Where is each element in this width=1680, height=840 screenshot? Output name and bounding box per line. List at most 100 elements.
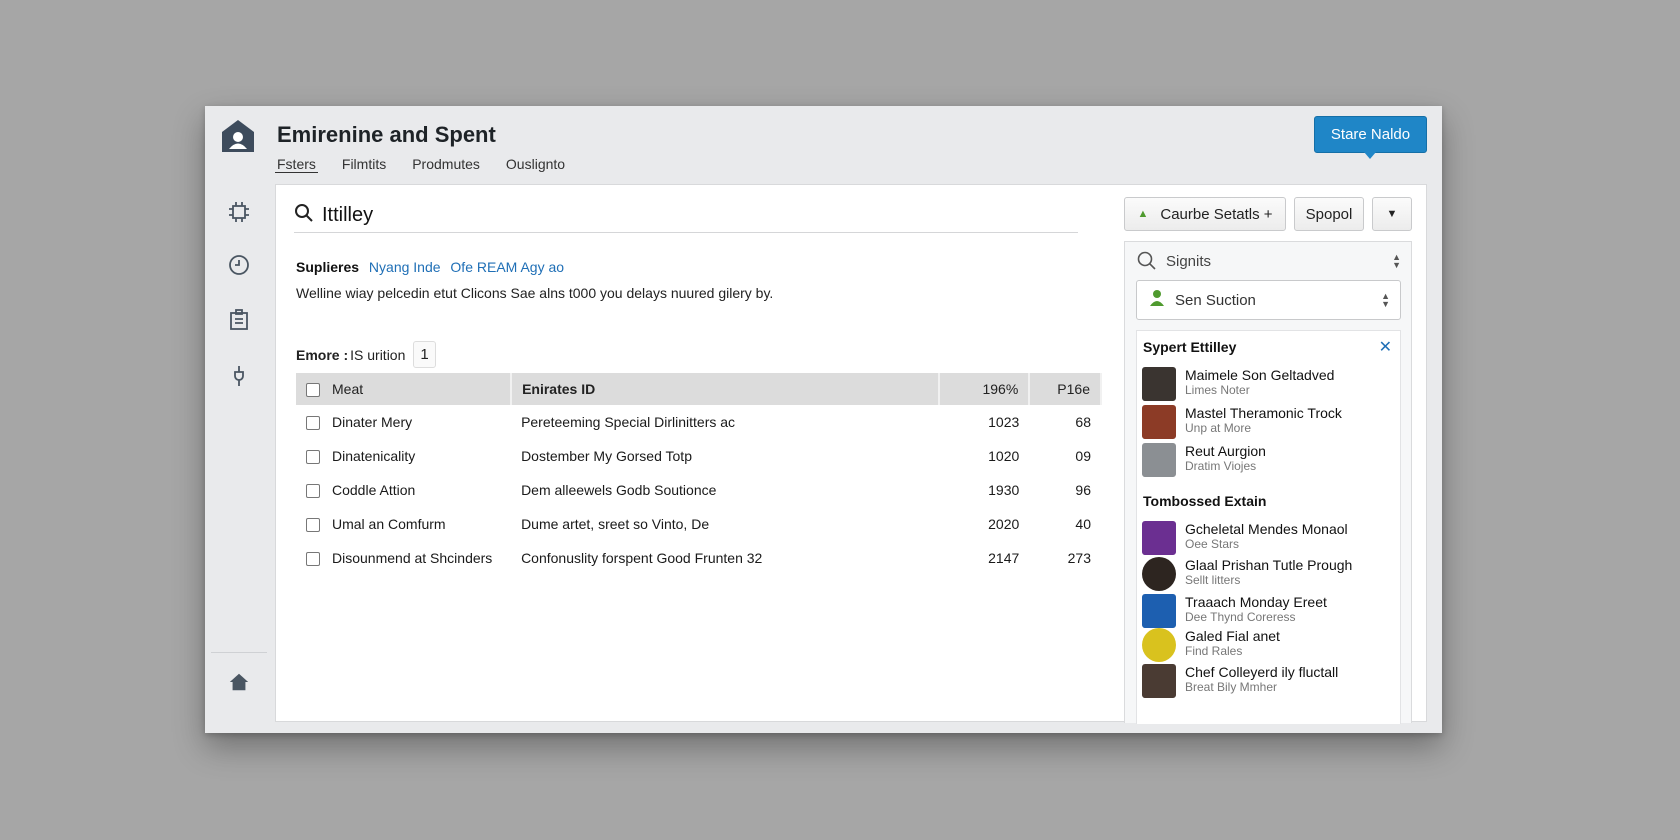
row-checkbox[interactable] (306, 518, 320, 533)
table-row[interactable]: Dinater Mery Pereteeming Special Dirlini… (296, 405, 1101, 439)
plug-icon[interactable] (225, 362, 253, 390)
side-panel: Signits ▲ ▼ Sen Suction ▲ ▼ Sypert Ettille… (1124, 241, 1412, 724)
side-search-placeholder: Signits (1166, 252, 1212, 270)
person-subtitle: Oee Stars (1185, 537, 1240, 551)
dropdown-toggle-button[interactable]: ▼ (1372, 197, 1412, 231)
person-subtitle: Breat Bily Mmher (1185, 680, 1278, 694)
table-cell-count: 09 (1075, 448, 1091, 464)
table-cell-value: 1023 (988, 414, 1020, 430)
avatar (1142, 664, 1176, 698)
list-item[interactable]: Traaach Monday Ereet Dee Thynd Coreress (1142, 594, 1327, 628)
column-header-percent[interactable]: 196% (939, 373, 1031, 405)
list-item[interactable]: Glaal Prishan Tutle Prough Sellt litters (1142, 557, 1352, 591)
data-table: Meat Enirates ID 196% P16e Dinater Mery … (296, 373, 1102, 575)
table-cell-count: 273 (1067, 550, 1091, 566)
app-window: Emirenine and Spent Fsters Filmtits Prod… (205, 106, 1442, 733)
person-name: Gcheletal Mendes Monaol (1185, 521, 1348, 537)
left-rail (205, 106, 273, 733)
person-name: Glaal Prishan Tutle Prough (1185, 557, 1353, 573)
avatar (1142, 628, 1176, 662)
main-panel: Suplieres Nyang Inde Ofe REAM Agy ao Wel… (275, 184, 1427, 724)
select-arrows-icon: ▲ ▼ (1381, 291, 1390, 309)
row-checkbox[interactable] (306, 484, 320, 499)
info-link-2[interactable]: Ofe REAM Agy ao (450, 259, 564, 275)
side-select[interactable]: Sen Suction ▲ ▼ (1136, 280, 1401, 320)
table-header-row: Meat Enirates ID 196% P16e (296, 373, 1102, 405)
column-header-p16e[interactable]: P16e (1029, 373, 1102, 405)
person-subtitle: Dee Thynd Coreress (1185, 610, 1296, 624)
list-item[interactable]: Galed Fial anet Find Rales (1142, 628, 1280, 662)
search-icon[interactable] (294, 203, 314, 228)
side-select-value: Sen Suction (1175, 291, 1256, 309)
sort-arrows-icon[interactable]: ▲ ▼ (1392, 253, 1401, 270)
search-bar (294, 199, 1078, 233)
chip-icon[interactable] (225, 198, 253, 226)
list-item[interactable]: Chef Colleyerd ily fluctall Breat Bily Mm… (1142, 664, 1338, 698)
row-checkbox[interactable] (306, 552, 320, 567)
table-cell-desc: Pereteeming Special Dirlinitters ac (521, 414, 736, 430)
clock-icon[interactable] (225, 251, 253, 279)
section-title: Tombossed Extain (1143, 493, 1267, 509)
list-item[interactable]: Reut Aurgion Dratim Viojes (1142, 443, 1266, 477)
table-cell-value: 2147 (988, 550, 1020, 566)
avatar (1142, 521, 1176, 555)
table-cell-name: Coddle Attion (296, 473, 511, 507)
tab-ouslignto[interactable]: Ouslignto (504, 156, 567, 173)
count-value: IS urition (350, 346, 406, 363)
person-name: Chef Colleyerd ily fluctall (1185, 664, 1339, 680)
person-name: Reut Aurgion (1185, 443, 1266, 459)
tab-fsters[interactable]: Fsters (275, 156, 318, 173)
table-cell-value: 1020 (988, 448, 1020, 464)
search-icon (1137, 251, 1156, 270)
table-row[interactable]: Coddle Attion Dem alleewels Godb Soution… (296, 473, 1101, 507)
chevron-down-icon: ▼ (1386, 208, 1398, 220)
people-list: Sypert Ettilley ✕ Maimele Son Geltadved L… (1136, 330, 1401, 724)
section-title: Sypert Ettilley (1143, 339, 1237, 355)
count-label: Emore : (296, 346, 349, 363)
table-cell-value: 1930 (988, 482, 1020, 498)
tab-prodmutes[interactable]: Prodmutes (410, 156, 482, 173)
page-title: Emirenine and Spent (277, 122, 496, 147)
row-checkbox[interactable] (306, 450, 320, 465)
person-subtitle: Dratim Viojes (1185, 459, 1257, 473)
person-subtitle: Sellt litters (1185, 573, 1241, 587)
spool-button[interactable]: Spopol (1294, 197, 1364, 231)
close-icon[interactable]: ✕ (1379, 337, 1392, 357)
info-heading: Suplieres Nyang Inde Ofe REAM Agy ao (296, 259, 564, 275)
table-cell-name: Disounmend at Shcinders (296, 541, 511, 575)
home-logo-icon[interactable] (218, 116, 258, 156)
table-cell-value: 2020 (988, 516, 1020, 532)
list-item[interactable]: Mastel Theramonic Trock Unp at More (1142, 405, 1342, 439)
column-header-meat[interactable]: Meat (296, 373, 513, 405)
rail-divider (211, 652, 267, 653)
leaf-icon: ▲ (1137, 208, 1149, 220)
table-row[interactable]: Dinatenicality Dostember My Gorsed Totp … (296, 439, 1101, 473)
column-header-id[interactable]: Enirates ID (511, 373, 941, 405)
list-item[interactable]: Gcheletal Mendes Monaol Oee Stars (1142, 521, 1348, 555)
course-settings-button[interactable]: ▲ Caurbe Setatls + (1124, 197, 1286, 231)
table-cell-name: Dinater Mery (296, 405, 511, 439)
count-chip[interactable]: 1 (413, 341, 436, 368)
select-all-checkbox[interactable] (306, 383, 320, 398)
table-row[interactable]: Disounmend at Shcinders Confonuslity for… (296, 541, 1101, 575)
person-subtitle: Limes Noter (1185, 383, 1250, 397)
table-row[interactable]: Umal an Comfurm Dume artet, sreet so Vin… (296, 507, 1101, 541)
search-input[interactable] (322, 204, 1022, 227)
side-search-field[interactable]: Signits ▲ ▼ (1125, 246, 1411, 276)
person-name: Traaach Monday Ereet (1185, 594, 1327, 610)
table-cell-name: Dinatenicality (296, 439, 511, 473)
info-link-1[interactable]: Nyang Inde (369, 259, 441, 275)
avatar (1142, 367, 1176, 401)
table-cell-name: Umal an Comfurm (296, 507, 511, 541)
clipboard-icon[interactable] (225, 306, 253, 334)
primary-action-button[interactable]: Stare Naldo (1314, 116, 1427, 159)
list-item[interactable]: Maimele Son Geltadved Limes Noter (1142, 367, 1334, 401)
table-cell-desc: Dostember My Gorsed Totp (521, 448, 692, 464)
home-icon[interactable] (225, 668, 253, 696)
table-cell-desc: Dem alleewels Godb Soutionce (521, 482, 717, 498)
tab-filmtits[interactable]: Filmtits (340, 156, 388, 173)
user-icon (1149, 289, 1165, 311)
row-checkbox[interactable] (306, 416, 320, 431)
tab-bar: Fsters Filmtits Prodmutes Ouslignto (275, 156, 589, 173)
result-count: Emore : IS urition 1 (296, 341, 436, 368)
